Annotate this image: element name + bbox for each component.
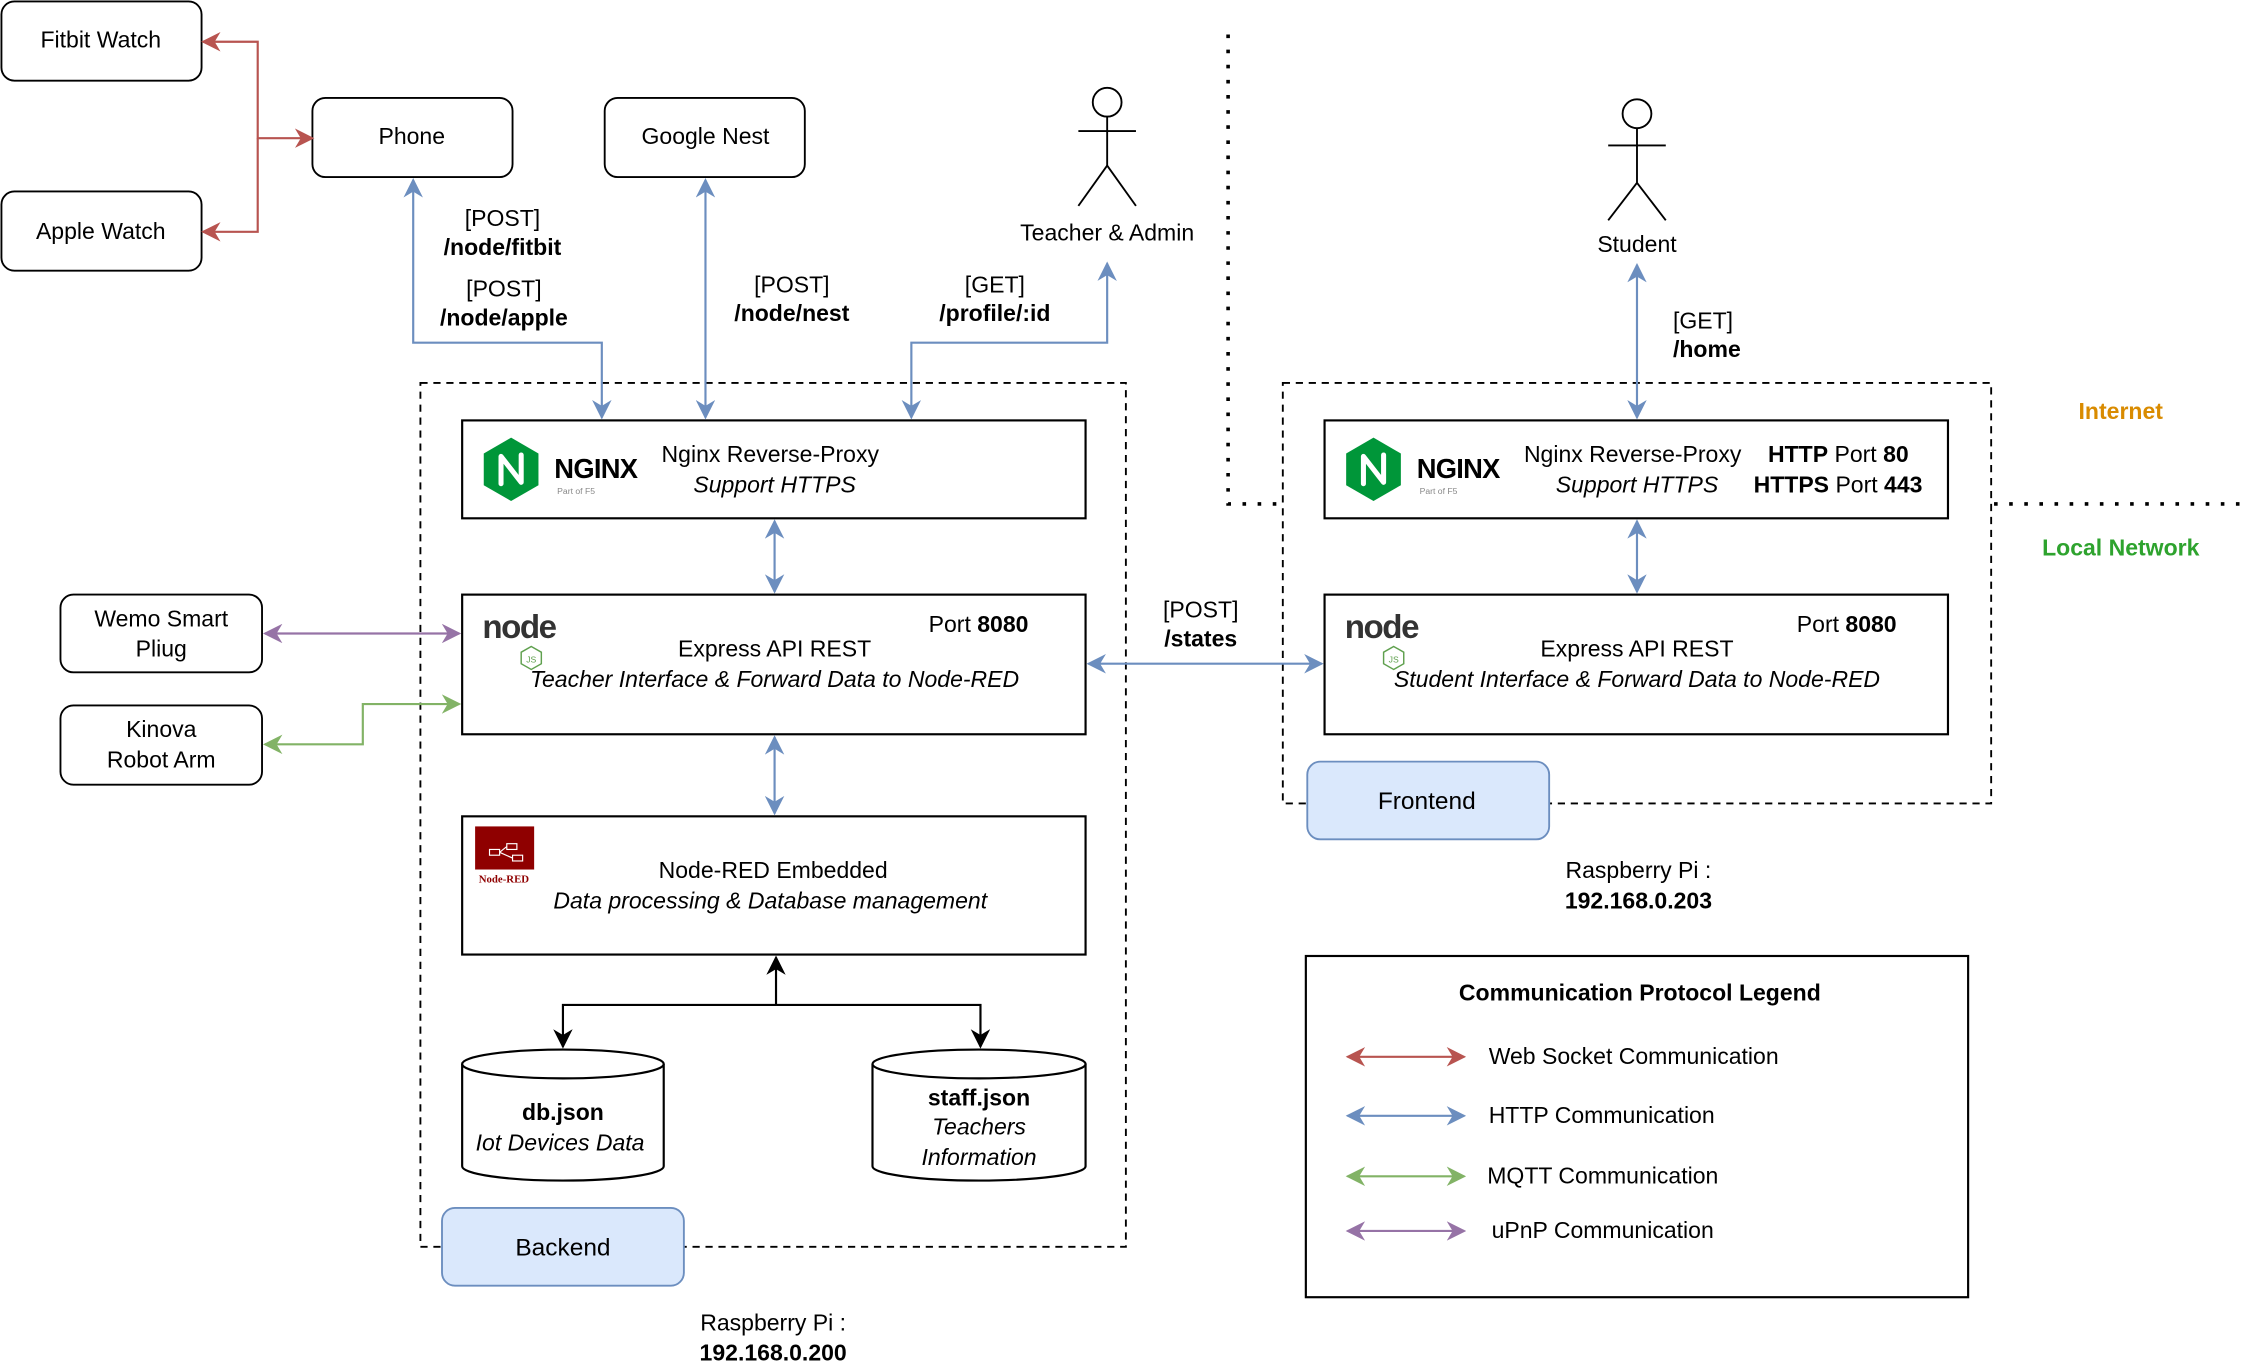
nodered-title: Node-RED Embedded [659,857,888,883]
svg-text:node: node [482,609,556,646]
route-label-profile: [GET] /profile/:id [939,271,1050,326]
fitbit-watch-node[interactable]: Fitbit Watch [0,0,203,82]
phone-label: Phone [378,123,445,149]
svg-text:uPnP Communication: uPnP Communication [1492,1217,1714,1243]
svg-text:Backend: Backend [515,1234,610,1261]
ws-connector-phone-fitbit [201,32,315,148]
wemo-label-line1: Wemo Smart [94,605,228,631]
frontend-express-subtitle: Student Interface & Forward Data to Node… [1394,666,1880,692]
svg-text:NGINX: NGINX [1417,453,1500,484]
route-label-nest: [POST] /node/nest [734,271,849,326]
kinova-label-line1: Kinova [126,716,197,742]
route-label-states: [POST] /states [1163,597,1238,652]
svg-text:Frontend: Frontend [1378,788,1476,815]
frontend-express-title: Express API REST [1540,636,1733,662]
teacher-admin-label: Teacher & Admin [1020,219,1194,245]
svg-text:[POST]: [POST] [754,271,829,297]
frontend-host-ip: 192.168.0.203 [1565,887,1712,913]
svg-text:JS: JS [526,654,536,664]
zone-internet-label: Internet [2079,398,2164,424]
apple-watch-label: Apple Watch [36,218,166,244]
student-label: Student [1597,231,1677,257]
apple-watch-node[interactable]: Apple Watch [0,190,203,272]
svg-text:/states: /states [1164,625,1237,651]
backend-express-box[interactable]: node JS Port 8080 Express API REST Teach… [461,593,1087,736]
svg-text:Part of F5: Part of F5 [1420,486,1458,496]
svg-text:JS: JS [1389,654,1399,664]
teacher-admin-actor[interactable]: Teacher & Admin [1020,86,1194,246]
svg-text:[POST]: [POST] [466,276,541,302]
svg-text:NGINX: NGINX [554,453,637,484]
backend-nginx-box[interactable]: NGINX Part of F5 Nginx Reverse-Proxy Sup… [461,419,1087,520]
kinova-label-line2: Robot Arm [107,746,216,772]
backend-express-port: Port 8080 [929,611,1029,637]
svg-text:Part of F5: Part of F5 [557,486,595,496]
frontend-express-port: Port 8080 [1797,611,1897,637]
backend-tag: Backend [441,1207,685,1287]
frontend-nginx-subtitle: Support HTTPS [1556,471,1719,497]
backend-nginx-title: Nginx Reverse-Proxy [662,441,880,467]
nodered-logo-icon: Node-RED [475,826,535,886]
route-label-home: [GET] /home [1673,307,1741,362]
student-actor[interactable]: Student [1597,98,1677,257]
svg-text:/node/nest: /node/nest [734,300,849,326]
svg-text:Web Socket Communication: Web Socket Communication [1489,1043,1779,1069]
ws-connector-phone-apple [201,138,259,242]
backend-express-subtitle: Teacher Interface & Forward Data to Node… [530,666,1019,692]
svg-text:/profile/:id: /profile/:id [939,300,1050,326]
architecture-diagram: Internet Local Network Fitbit Watch Appl… [0,0,2246,1362]
svg-text:HTTP Communication: HTTP Communication [1489,1102,1715,1128]
staff-json-desc-line2: Information [921,1144,1036,1170]
db-json-desc: Iot Devices Data [476,1129,645,1155]
frontend-nginx-box[interactable]: NGINX Part of F5 Nginx Reverse-Proxy Sup… [1323,419,1950,520]
svg-text:/node/apple: /node/apple [440,304,568,330]
person-icon [1077,86,1137,207]
svg-text:/node/fitbit: /node/fitbit [444,234,562,260]
staff-json-desc-line1: Teachers [932,1114,1026,1140]
phone-node[interactable]: Phone [311,96,514,179]
svg-text:[POST]: [POST] [1163,597,1238,623]
frontend-express-box[interactable]: node JS Port 8080 Express API REST Stude… [1323,593,1950,736]
db-json-name: db.json [522,1099,604,1125]
backend-express-title: Express API REST [678,636,871,662]
zone-separator-vertical [1226,34,1282,506]
backend-nginx-subtitle: Support HTTPS [693,471,856,497]
route-label-fitbit: [POST] /node/fitbit [444,205,562,260]
wemo-smart-plug-node[interactable]: Wemo Smart Pliug [59,593,263,674]
backend-host-label: Raspberry Pi : [700,1309,846,1335]
svg-text:[GET]: [GET] [1673,307,1733,333]
wemo-label-line2: Pliug [136,636,187,662]
backend-host-ip: 192.168.0.200 [700,1340,847,1362]
data-connector-staff [776,1003,991,1049]
svg-text:[POST]: [POST] [465,205,540,231]
protocol-legend: Communication Protocol Legend Web Socket… [1304,954,1970,1299]
db-json-database[interactable]: db.json Iot Devices Data [461,1048,665,1182]
zone-local-network-label: Local Network [2042,535,2200,561]
nodered-box[interactable]: Node-RED Node-RED Embedded Data processi… [461,815,1087,956]
legend-title: Communication Protocol Legend [1459,980,1821,1006]
svg-text:MQTT Communication: MQTT Communication [1487,1162,1718,1188]
kinova-robot-arm-node[interactable]: Kinova Robot Arm [59,704,263,786]
svg-text:Node-RED: Node-RED [479,874,530,886]
staff-json-database[interactable]: staff.json Teachers Information [871,1048,1087,1182]
frontend-tag: Frontend [1306,760,1551,841]
frontend-https-port: HTTPS Port 443 [1754,471,1923,497]
google-nest-label: Google Nest [642,123,771,149]
google-nest-node[interactable]: Google Nest [603,96,806,179]
person-icon [1607,98,1667,221]
fitbit-watch-label: Fitbit Watch [40,27,161,53]
svg-text:/home: /home [1673,336,1741,362]
staff-json-name: staff.json [928,1085,1030,1111]
mqtt-connector-kinova [262,694,462,755]
frontend-nginx-title: Nginx Reverse-Proxy [1524,441,1742,467]
route-label-apple: [POST] /node/apple [440,276,568,331]
frontend-host-label: Raspberry Pi : [1566,857,1712,883]
svg-text:[GET]: [GET] [965,271,1025,297]
svg-text:node: node [1345,609,1419,646]
frontend-http-port: HTTP Port 80 [1768,441,1909,467]
data-connector-db [553,1003,777,1049]
nodered-subtitle: Data processing & Database management [553,887,988,913]
